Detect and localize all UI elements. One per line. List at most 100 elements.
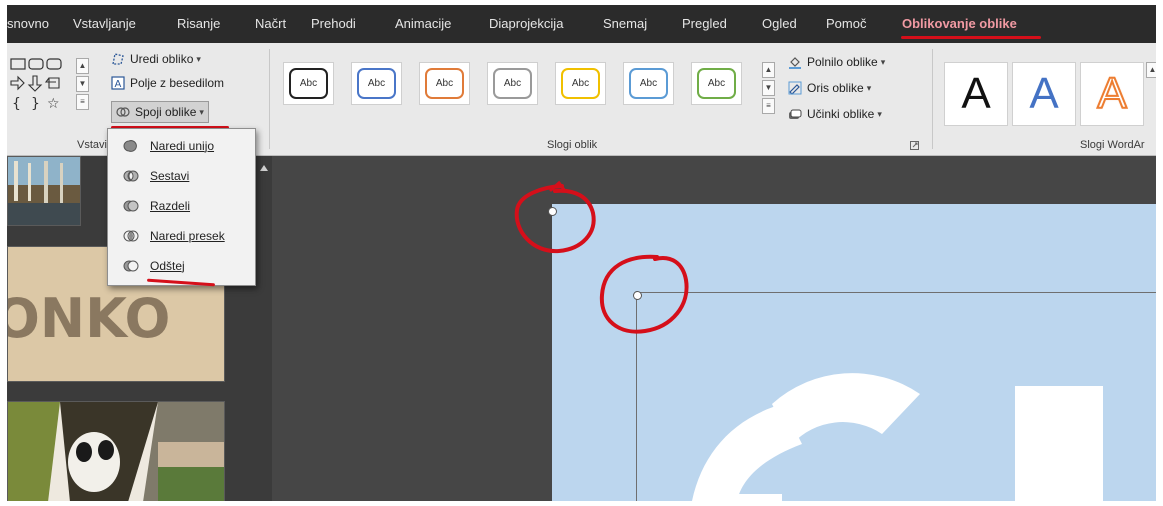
text-box-button[interactable]: A Polje z besedilom: [111, 76, 224, 90]
shape-effects-icon: [789, 109, 802, 119]
intersect-icon: [123, 230, 139, 242]
chevron-down-icon: ▾: [877, 108, 882, 119]
shape-effects-button[interactable]: Učinki oblike ▾: [788, 107, 882, 121]
paint-bucket-icon: [789, 57, 801, 69]
shape-style-label: Abc: [357, 68, 396, 99]
shape-fill-label: Polnilo oblike: [807, 55, 878, 69]
svg-text:☆: ☆: [47, 96, 60, 112]
text-box-icon: A: [111, 76, 125, 90]
wordart-letter: A: [961, 69, 991, 118]
menu-item-label: Sestavi: [150, 169, 190, 183]
wordart-letter: A: [1029, 69, 1059, 118]
group-label-shape-styles: Slogi oblik: [547, 139, 598, 151]
shape-style-6[interactable]: Abc: [623, 62, 674, 105]
fragment-icon: [123, 200, 139, 212]
gallery-scroll-up[interactable]: ▲: [76, 58, 89, 74]
merge-shapes-icon: [116, 107, 130, 117]
menu-item-label: Naredi presek: [150, 229, 225, 243]
tab-slideshow[interactable]: Diaprojekcija: [489, 5, 563, 43]
shape-style-7[interactable]: Abc: [691, 62, 742, 105]
tab-record[interactable]: Snemaj: [603, 5, 647, 43]
scroll-up-arrow-icon: [260, 165, 268, 171]
menu-item-label: Razdeli: [150, 199, 191, 213]
shape-style-2[interactable]: Abc: [351, 62, 402, 105]
menu-item-combine[interactable]: Sestavi: [108, 162, 255, 190]
merge-shapes-button[interactable]: Spoji oblike ▾: [111, 101, 209, 123]
thumbnail-image-dog: [8, 402, 224, 501]
wordart-style-blue[interactable]: A: [1012, 62, 1076, 126]
svg-text:}: }: [31, 96, 40, 112]
menu-item-fragment[interactable]: Razdeli: [108, 192, 255, 220]
shape-effects-label: Učinki oblike: [807, 107, 875, 121]
gallery-more[interactable]: ≡: [76, 94, 89, 110]
styles-scroll-down[interactable]: ▼: [762, 80, 775, 96]
tab-insert[interactable]: Vstavljanje: [73, 5, 136, 43]
menu-item-union[interactable]: Naredi unijo: [108, 132, 255, 160]
ribbon-tab-bar: snovno Vstavljanje Risanje Načrt Prehodi…: [7, 5, 1156, 43]
menu-item-intersect[interactable]: Naredi presek: [108, 222, 255, 250]
chevron-down-icon: ▾: [880, 56, 886, 67]
slide-corner-handle[interactable]: [548, 207, 557, 216]
chevron-down-icon: ▾: [196, 53, 201, 64]
tab-review[interactable]: Pregled: [682, 5, 727, 43]
shape-style-label: Abc: [493, 68, 532, 99]
combine-icon: [123, 170, 139, 182]
thumbnail-image-harbor: [8, 157, 80, 225]
menu-item-label: Odštej: [150, 259, 185, 273]
shape-selection-edge: [636, 292, 1156, 293]
svg-text:ONKO: ONKO: [8, 287, 170, 350]
shape-style-4[interactable]: Abc: [487, 62, 538, 105]
merge-shapes-menu: Naredi unijo Sestavi Razdeli Naredi pres…: [107, 128, 256, 286]
ribbon-separator: [269, 49, 270, 149]
styles-more[interactable]: ≡: [762, 98, 775, 114]
shape-selection-edge: [636, 292, 637, 501]
merge-shapes-label: Spoji oblike: [135, 105, 197, 119]
shape-outline-label: Oris oblike: [807, 81, 864, 95]
chevron-down-icon: ▾: [866, 82, 872, 93]
edit-shape-icon: [112, 53, 124, 65]
slide[interactable]: [552, 204, 1156, 501]
shape-gallery[interactable]: { } ☆ ▲ ▼ ≡: [9, 56, 89, 112]
slide-editing-canvas[interactable]: [272, 156, 1156, 501]
shape-resize-handle[interactable]: [633, 291, 642, 300]
edit-shape-label: Uredi obliko: [130, 52, 194, 66]
slide-thumbnail-1[interactable]: [7, 156, 81, 226]
subtract-icon: [123, 260, 139, 272]
dialog-launcher-icon[interactable]: [910, 141, 919, 150]
annotation-underline-tab: [901, 36, 1041, 39]
shape-style-1[interactable]: Abc: [283, 62, 334, 105]
tab-help[interactable]: Pomoč: [826, 5, 866, 43]
wordart-scroll-up[interactable]: ▲: [1146, 62, 1156, 78]
tab-draw[interactable]: Risanje: [177, 5, 220, 43]
tab-animations[interactable]: Animacije: [395, 5, 451, 43]
slide-thumbnail-3[interactable]: [7, 401, 225, 501]
gallery-scroll-down[interactable]: ▼: [76, 76, 89, 92]
tab-home[interactable]: snovno: [7, 5, 49, 43]
pen-outline-icon: [788, 81, 802, 95]
ribbon-separator: [932, 49, 933, 149]
union-icon: [123, 140, 137, 152]
menu-item-subtract[interactable]: Odštej: [108, 252, 255, 280]
text-box-label: Polje z besedilom: [130, 76, 225, 90]
styles-scroll-up[interactable]: ▲: [762, 62, 775, 78]
svg-text:A: A: [115, 79, 122, 90]
tab-view[interactable]: Ogled: [762, 5, 797, 43]
shape-style-3[interactable]: Abc: [419, 62, 470, 105]
shape-style-label: Abc: [697, 68, 736, 99]
edit-shape-button[interactable]: Uredi obliko ▾: [111, 52, 201, 66]
slide-large-letters: [692, 373, 1103, 501]
wordart-style-orange[interactable]: A: [1080, 62, 1144, 126]
thumbnail-scrollbar[interactable]: [260, 160, 268, 501]
shape-style-label: Abc: [629, 68, 668, 99]
menu-item-label: Naredi unijo: [150, 139, 215, 153]
shape-style-label: Abc: [289, 68, 328, 99]
shape-fill-button[interactable]: Polnilo oblike ▾: [788, 55, 885, 69]
group-label-wordart: Slogi WordAr: [1080, 139, 1145, 151]
shape-outline-button[interactable]: Oris oblike ▾: [788, 81, 871, 95]
tab-design[interactable]: Načrt: [255, 5, 286, 43]
tab-transitions[interactable]: Prehodi: [311, 5, 356, 43]
chevron-down-icon: ▾: [199, 106, 204, 117]
shape-style-label: Abc: [561, 68, 600, 99]
wordart-style-black[interactable]: A: [944, 62, 1008, 126]
shape-style-5[interactable]: Abc: [555, 62, 606, 105]
